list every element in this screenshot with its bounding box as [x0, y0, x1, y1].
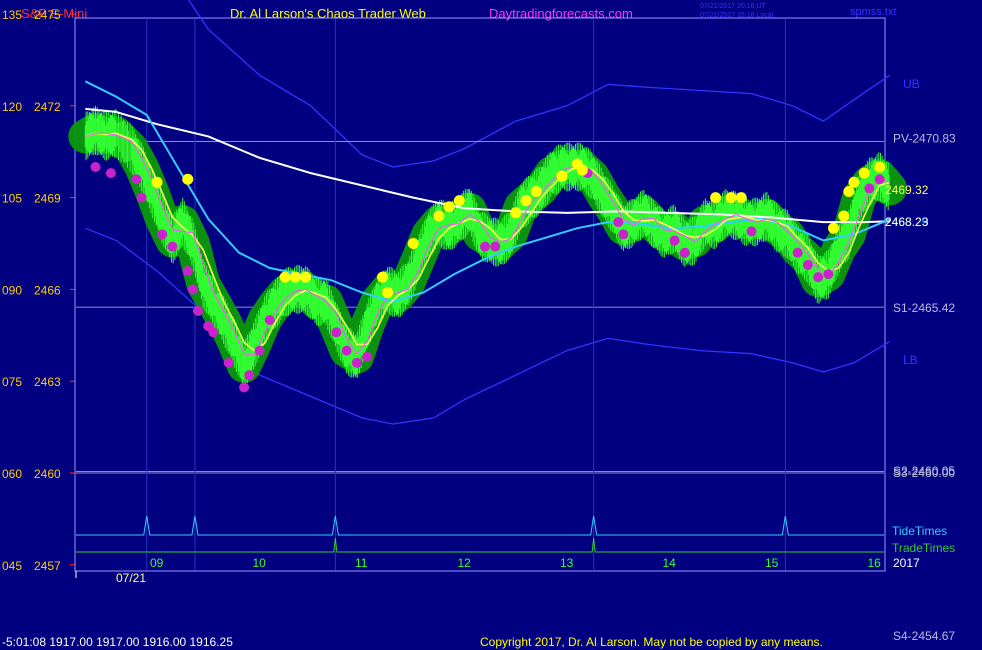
magenta-dot — [874, 174, 885, 185]
magenta-dot — [480, 241, 490, 252]
x-tick-label: 14 — [663, 556, 677, 570]
yellow-dot — [828, 222, 839, 234]
yellow-dot — [443, 201, 455, 213]
magenta-dot — [208, 327, 219, 338]
upper-band-label: UB — [903, 77, 920, 91]
yellow-dot — [520, 195, 532, 207]
yellow-dot — [710, 192, 722, 204]
magenta-dot — [618, 229, 629, 240]
x-tick-label: 16 — [868, 556, 882, 570]
yellow-dot — [530, 185, 542, 197]
magenta-dot — [105, 168, 116, 179]
y-tick-price-label: 2472 — [34, 100, 61, 114]
pv-level-label: PV-2470.83 — [893, 132, 956, 146]
magenta-dot — [131, 174, 142, 185]
lower-band-label: LB — [903, 353, 918, 367]
yellow-dot — [300, 271, 312, 283]
y-tick-left-label: 060 — [2, 467, 22, 481]
magenta-dot — [90, 162, 101, 172]
chart-svg: S&P E-Mini Dr. Al Larson's Chaos Trader … — [0, 0, 982, 650]
yellow-dot — [556, 170, 568, 182]
magenta-dot — [187, 284, 198, 295]
y-tick-left-label: 105 — [2, 192, 22, 206]
last-white-value: 2468.23 — [885, 215, 929, 229]
magenta-dot — [264, 315, 275, 325]
magenta-dot — [669, 235, 680, 246]
x-tick-label: 15 — [765, 556, 779, 570]
magenta-dot — [182, 266, 193, 277]
yellow-dot — [838, 210, 850, 222]
magenta-dot — [823, 269, 834, 280]
yellow-dot — [874, 161, 886, 173]
chart-title: Dr. Al Larson's Chaos Trader Web — [230, 6, 426, 21]
magenta-dot — [157, 229, 168, 240]
yellow-dot — [407, 238, 419, 249]
trade-times-label: TradeTimes — [892, 541, 955, 555]
yellow-dot — [279, 271, 291, 283]
x-tick-label: 09 — [150, 556, 164, 570]
yellow-dot — [576, 164, 588, 176]
data-file-name: spmss.txt — [850, 6, 896, 18]
yellow-dot — [858, 167, 870, 179]
magenta-dot — [167, 241, 178, 252]
yellow-dot — [510, 207, 522, 219]
y-tick-left-label: 120 — [2, 100, 22, 114]
magenta-dot — [813, 272, 824, 283]
magenta-dot — [613, 217, 624, 228]
timestamp-utc: 07/21/2017 20:16 UT — [700, 3, 766, 10]
s1-level-label: S1-2465.42 — [893, 301, 955, 315]
magenta-dot — [679, 247, 690, 258]
yellow-dot — [453, 195, 465, 207]
magenta-dot — [802, 259, 813, 270]
yellow-dot — [382, 286, 394, 298]
magenta-dot — [362, 351, 373, 362]
y-tick-price-label: 2460 — [34, 467, 61, 481]
magenta-dot — [351, 357, 362, 368]
y-tick-price-label: 2475 — [34, 8, 61, 22]
s4-level-label: S4-2454.67 — [893, 629, 955, 643]
magenta-dot — [223, 357, 234, 368]
tide-times-label: TideTimes — [892, 524, 947, 538]
ohlc-readout: -5:01:08 1917.00 1917.00 1916.00 1916.25 — [2, 635, 233, 649]
magenta-dot — [193, 305, 203, 316]
y-tick-price-label: 2469 — [34, 192, 61, 206]
magenta-dot — [136, 192, 147, 203]
date-label: 07/21 — [116, 571, 146, 585]
magenta-dot — [331, 327, 342, 338]
magenta-dot — [341, 345, 352, 356]
yellow-dot — [433, 210, 445, 222]
y-tick-price-label: 2457 — [34, 559, 61, 573]
x-tick-label: 11 — [355, 556, 368, 570]
yellow-dot — [735, 192, 747, 204]
y-tick-price-label: 2463 — [34, 375, 61, 389]
y-tick-left-label: 075 — [2, 375, 22, 389]
x-tick-label: 13 — [560, 556, 574, 570]
y-tick-price-label: 2466 — [34, 283, 61, 297]
year-label: 2017 — [893, 556, 920, 570]
yellow-dot — [151, 176, 163, 188]
s3-level-label: S3-2460.00 — [893, 466, 955, 480]
y-tick-left-label: 090 — [2, 283, 22, 297]
y-tick-left-label: 135 — [2, 8, 22, 22]
yellow-dot — [377, 271, 388, 283]
yellow-dot — [725, 192, 737, 204]
x-tick-label: 12 — [458, 556, 472, 570]
last-yellow-value: 2469.32 — [885, 183, 929, 197]
y-tick-left-label: 045 — [2, 559, 22, 573]
copyright-notice: Copyright 2017, Dr. Al Larson. May not b… — [480, 635, 823, 649]
magenta-dot — [239, 382, 250, 393]
magenta-dot — [490, 241, 501, 252]
magenta-dot — [864, 183, 875, 194]
magenta-dot — [244, 370, 255, 381]
site-link[interactable]: Daytradingforecasts.com — [489, 6, 633, 21]
magenta-dot — [792, 247, 803, 258]
yellow-dot — [289, 271, 301, 283]
yellow-dot — [848, 176, 860, 188]
yellow-dot — [182, 173, 194, 185]
magenta-dot — [746, 226, 757, 237]
magenta-dot — [254, 345, 265, 356]
x-tick-label: 10 — [253, 556, 267, 570]
